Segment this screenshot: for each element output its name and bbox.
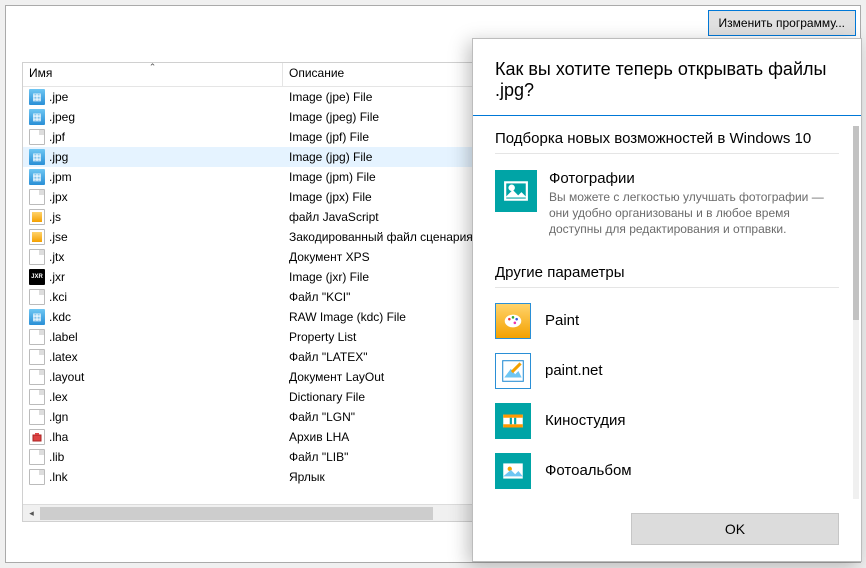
generic-file-icon — [29, 249, 45, 265]
script-file-icon — [29, 229, 45, 245]
cell-extension: .lex — [23, 389, 283, 405]
column-header-name-label: Имя — [29, 66, 52, 80]
cell-extension: JXR .jxr — [23, 269, 283, 285]
cell-extension: ▦ .jpg — [23, 149, 283, 165]
vertical-scrollbar[interactable] — [853, 126, 859, 499]
vertical-scroll-thumb[interactable] — [853, 126, 859, 320]
extension-label: .jpeg — [49, 110, 75, 124]
extension-label: .jxr — [49, 270, 65, 284]
section-separator — [495, 153, 839, 154]
extension-label: .jse — [49, 230, 68, 244]
image-file-icon: ▦ — [29, 309, 45, 325]
generic-file-icon — [29, 189, 45, 205]
featured-app-description: Вы можете с легкостью улучшать фотографи… — [549, 189, 839, 238]
generic-file-icon — [29, 349, 45, 365]
cell-extension: .latex — [23, 349, 283, 365]
extension-label: .kdc — [49, 310, 71, 324]
cell-extension: .jpf — [23, 129, 283, 145]
photogallery-app-icon — [495, 453, 531, 489]
extension-label: .lgn — [49, 410, 68, 424]
extension-label: .jpm — [49, 170, 72, 184]
generic-file-icon — [29, 449, 45, 465]
dialog-title: Как вы хотите теперь открывать файлы .jp… — [473, 39, 861, 115]
generic-file-icon — [29, 369, 45, 385]
generic-file-icon — [29, 329, 45, 345]
cell-extension: .jtx — [23, 249, 283, 265]
cell-extension: ▦ .kdc — [23, 309, 283, 325]
generic-file-icon — [29, 289, 45, 305]
column-header-name[interactable]: ⌃ Имя — [23, 63, 283, 86]
image-file-icon: ▦ — [29, 149, 45, 165]
generic-file-icon — [29, 409, 45, 425]
extension-label: .lib — [49, 450, 64, 464]
cell-extension: ▦ .jpeg — [23, 109, 283, 125]
extension-label: .jpe — [49, 90, 68, 104]
cell-extension: .label — [23, 329, 283, 345]
cell-extension: .jpx — [23, 189, 283, 205]
extension-label: .jpg — [49, 150, 68, 164]
extension-label: .label — [49, 330, 78, 344]
scroll-thumb[interactable] — [40, 507, 433, 520]
column-header-desc-label: Описание — [289, 66, 344, 80]
featured-app-name: Фотографии — [549, 170, 839, 187]
section-separator — [495, 287, 839, 288]
dialog-body: Подборка новых возможностей в Windows 10… — [473, 116, 861, 503]
cell-extension: .lha — [23, 429, 283, 445]
app-option-label: Киностудия — [545, 412, 626, 429]
image-file-icon: ▦ — [29, 89, 45, 105]
cell-extension: .lnk — [23, 469, 283, 485]
cell-extension: .layout — [23, 369, 283, 385]
scroll-left-icon[interactable]: ◂ — [23, 505, 40, 522]
section-featured-title: Подборка новых возможностей в Windows 10 — [495, 130, 839, 147]
app-option[interactable]: Киностудия — [495, 396, 839, 446]
image-file-icon: ▦ — [29, 109, 45, 125]
generic-file-icon — [29, 469, 45, 485]
generic-file-icon — [29, 129, 45, 145]
extension-label: .lnk — [49, 470, 68, 484]
other-apps-list: Paint paint.net Киностудия Фотоальбом — [495, 296, 839, 496]
section-other-title: Другие параметры — [495, 264, 839, 281]
script-file-icon — [29, 209, 45, 225]
app-option-label: paint.net — [545, 362, 603, 379]
cell-extension: .lgn — [23, 409, 283, 425]
dialog-footer: OK — [473, 503, 861, 561]
cell-extension: .lib — [23, 449, 283, 465]
app-option[interactable]: Фотоальбом — [495, 446, 839, 496]
image-file-icon: ▦ — [29, 169, 45, 185]
ok-button[interactable]: OK — [631, 513, 839, 545]
app-option[interactable]: paint.net — [495, 346, 839, 396]
extension-label: .jtx — [49, 250, 64, 264]
extension-label: .jpx — [49, 190, 68, 204]
extension-label: .jpf — [49, 130, 65, 144]
app-option[interactable]: Paint — [495, 296, 839, 346]
app-option-label: Фотоальбом — [545, 462, 632, 479]
cell-extension: .jse — [23, 229, 283, 245]
extension-label: .latex — [49, 350, 78, 364]
app-option-label: Paint — [545, 312, 579, 329]
extension-label: .kci — [49, 290, 67, 304]
featured-app[interactable]: Фотографии Вы можете с легкостью улучшат… — [495, 162, 839, 250]
change-program-button[interactable]: Изменить программу... — [708, 10, 856, 36]
archive-file-icon — [29, 429, 45, 445]
generic-file-icon — [29, 389, 45, 405]
extension-label: .js — [49, 210, 61, 224]
extension-label: .layout — [49, 370, 84, 384]
cell-extension: ▦ .jpe — [23, 89, 283, 105]
cell-extension: .kci — [23, 289, 283, 305]
cell-extension: .js — [23, 209, 283, 225]
extension-label: .lha — [49, 430, 68, 444]
cell-extension: ▦ .jpm — [23, 169, 283, 185]
moviemaker-app-icon — [495, 403, 531, 439]
paint-app-icon — [495, 303, 531, 339]
jxr-file-icon: JXR — [29, 269, 45, 285]
photos-app-icon — [495, 170, 537, 212]
open-with-dialog: Как вы хотите теперь открывать файлы .jp… — [472, 38, 862, 562]
paintnet-app-icon — [495, 353, 531, 389]
extension-label: .lex — [49, 390, 68, 404]
sort-caret-icon: ⌃ — [149, 62, 157, 73]
